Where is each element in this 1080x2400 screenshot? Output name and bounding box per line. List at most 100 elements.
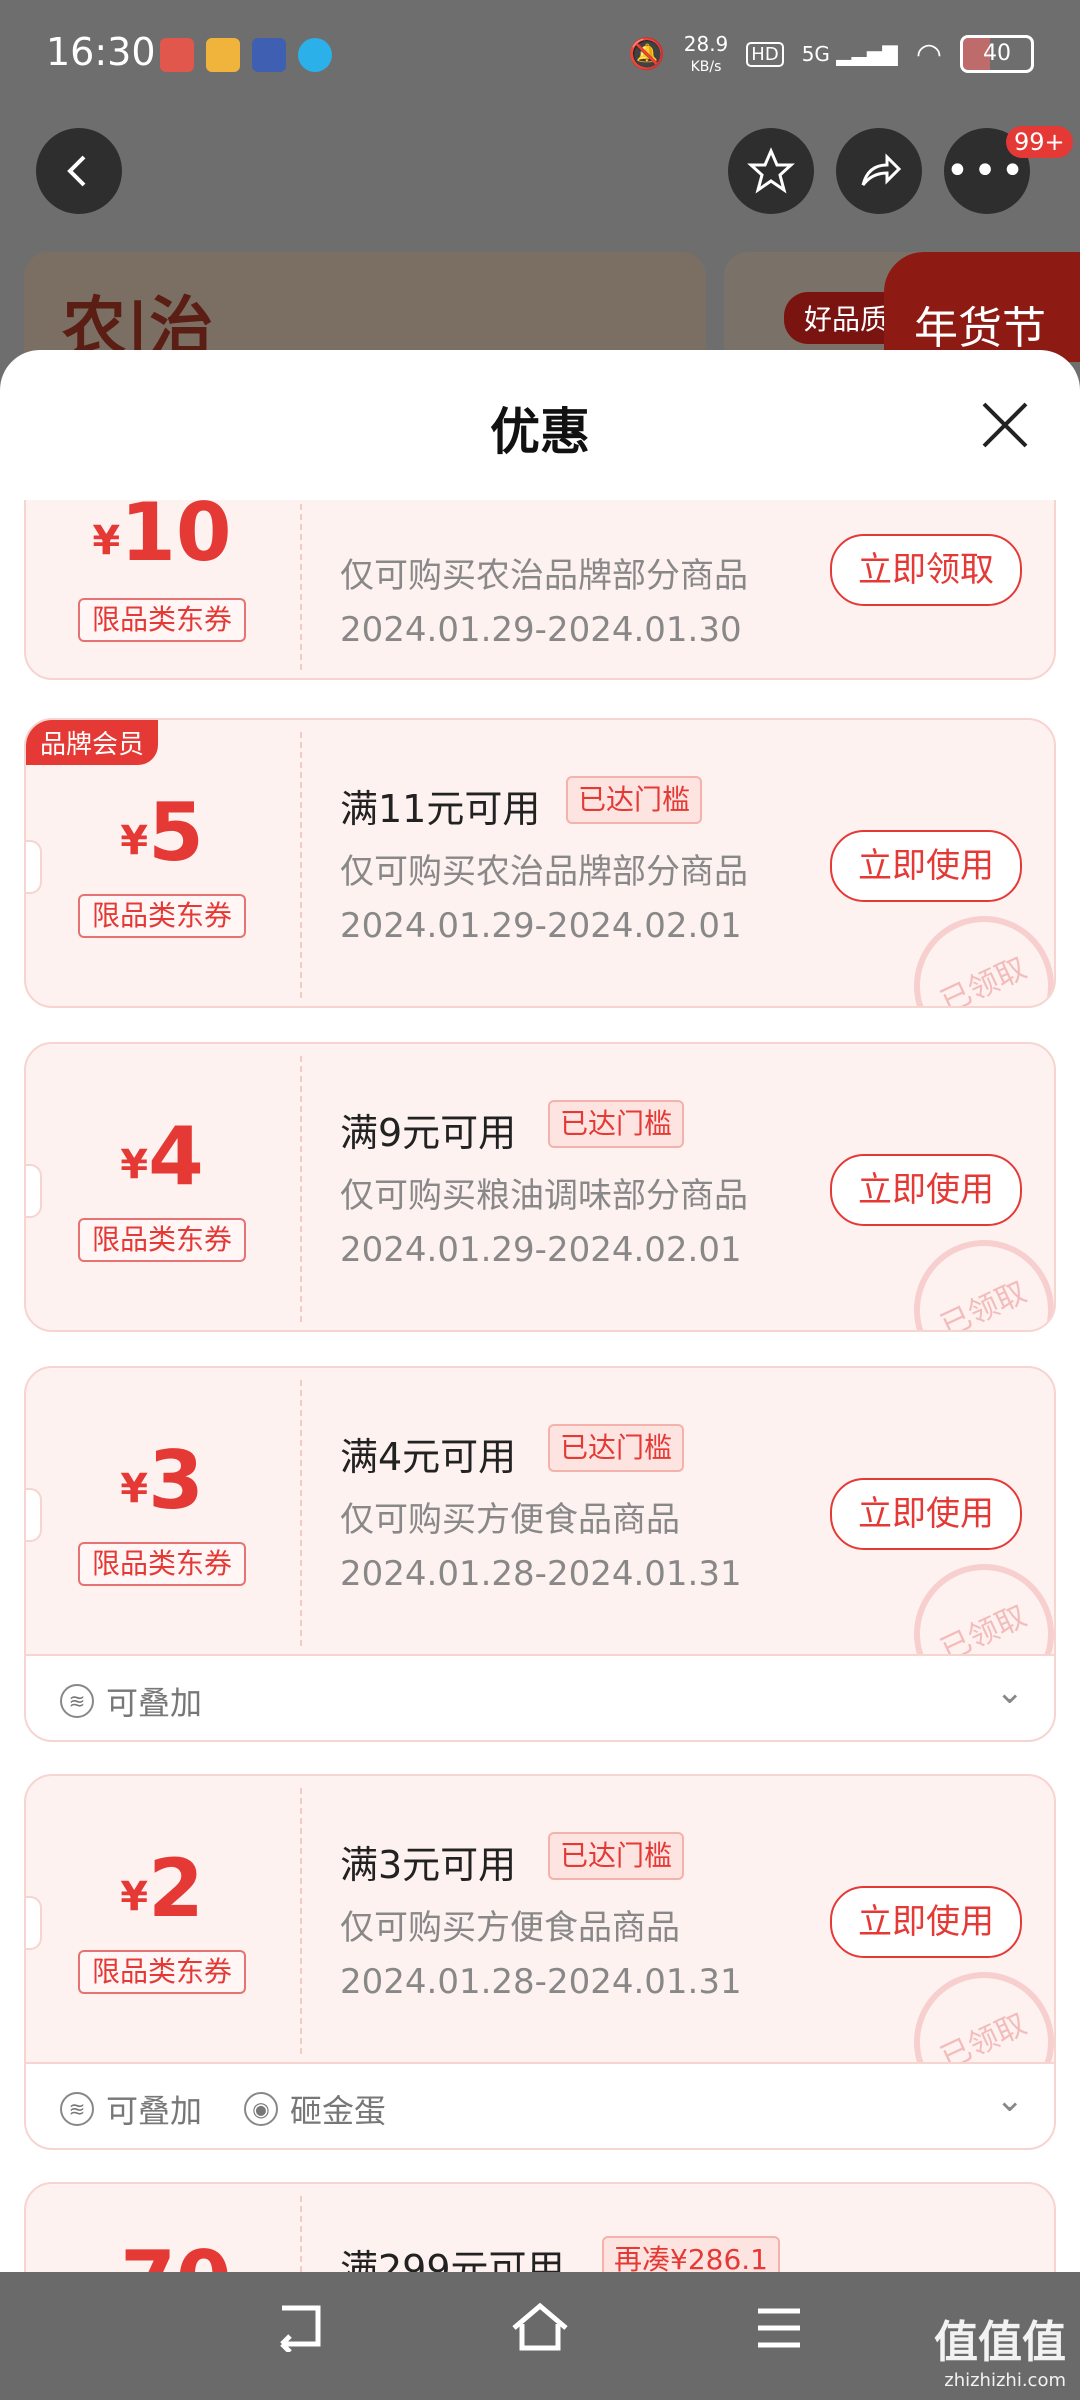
- coupon-list[interactable]: ¥10 限品类东券 仅可购买农治品牌部分商品 2024.01.29-2024.0…: [0, 500, 1080, 2272]
- currency-symbol: ¥: [120, 1466, 149, 1512]
- chevron-down-icon[interactable]: ⌄: [996, 2080, 1025, 2120]
- clock: 16:30: [46, 30, 156, 74]
- coupon-date: 2024.01.29-2024.02.01: [340, 906, 742, 946]
- coupon-date: 2024.01.29-2024.02.01: [340, 1230, 742, 1270]
- status-bar: 16:30 🔕 28.9 KB/s HD 5G ▂▃▅▇ ◠ 40: [0, 0, 1080, 115]
- threshold-badge: 已达门槛: [548, 1832, 685, 1880]
- threshold-badge: 已达门槛: [548, 1424, 685, 1472]
- back-button[interactable]: [36, 128, 122, 214]
- golden-egg-icon: ◉: [244, 2092, 278, 2126]
- coupon-date: 2024.01.29-2024.01.30: [340, 610, 742, 650]
- stackable-label: ≋ 可叠加: [60, 1678, 202, 1724]
- coupon-divider: [300, 1380, 302, 1646]
- coupon-divider: [300, 2196, 302, 2272]
- coupon-footer[interactable]: ≋ 可叠加 ◉ 砸金蛋 ⌄: [24, 2064, 1056, 2150]
- coupon-type-tag: 限品类东券: [78, 1950, 246, 1994]
- threshold-badge: 已达门槛: [566, 776, 703, 824]
- network-speed-value: 28.9: [683, 32, 729, 56]
- back-nav-button[interactable]: [272, 2302, 328, 2361]
- watermark: 值值值 zhizhizhi.com: [934, 2306, 1066, 2391]
- golden-egg-text: 砸金蛋: [290, 2092, 387, 2130]
- coupon-card: ¥70 满299元可用 再凑¥286.1: [24, 2182, 1056, 2272]
- share-button[interactable]: [836, 128, 922, 214]
- home-icon: [512, 2302, 568, 2351]
- app-notification-icon: [206, 38, 240, 72]
- threshold-badge: 再凑¥286.1: [602, 2236, 780, 2272]
- coupon-sheet: 优惠 ¥10 限品类东券 仅可购买农治品牌部分商品 2024.01.29-202…: [0, 350, 1080, 2272]
- threshold-badge: 已达门槛: [548, 1100, 685, 1148]
- network-type: 5G: [801, 42, 830, 66]
- stackable-label: ≋ 可叠加: [60, 2086, 202, 2132]
- coupon-divider: [300, 500, 302, 670]
- use-button[interactable]: 立即使用: [830, 830, 1022, 902]
- battery-level: 40: [983, 41, 1011, 66]
- app-notification-icon: [160, 38, 194, 72]
- coupon-card: ¥10 限品类东券 仅可购买农治品牌部分商品 2024.01.29-2024.0…: [24, 500, 1056, 680]
- coupon-value: 2: [148, 1842, 204, 1935]
- use-button[interactable]: 立即使用: [830, 1886, 1022, 1958]
- back-nav-icon: [280, 2305, 321, 2354]
- coupon-type-tag: 限品类东券: [78, 1542, 246, 1586]
- stackable-text: 可叠加: [106, 1684, 203, 1722]
- network-speed: 28.9 KB/s: [684, 34, 729, 74]
- coupon-value: 10: [120, 500, 232, 579]
- battery-icon: 40: [960, 35, 1034, 73]
- message-badge: 99+: [1006, 126, 1073, 158]
- currency-symbol: ¥: [120, 818, 149, 864]
- coupon-value: 5: [148, 786, 204, 879]
- sheet-title: 优惠: [490, 403, 590, 461]
- coupon-card: ¥4 限品类东券 满9元可用 已达门槛 仅可购买粮油调味部分商品 2024.01…: [24, 1042, 1056, 1332]
- claimed-stamp: 已领取: [890, 1948, 1054, 2062]
- network-speed-unit: KB/s: [690, 59, 722, 75]
- close-icon: [982, 402, 1028, 448]
- coupon-type-tag: 限品类东券: [78, 894, 246, 938]
- chevron-left-icon: [67, 155, 86, 187]
- coupon-scope: 仅可购买农治品牌部分商品: [340, 556, 748, 596]
- currency-symbol: ¥: [92, 518, 121, 564]
- mute-icon: 🔕: [628, 36, 666, 72]
- currency-symbol: ¥: [120, 1142, 149, 1188]
- coupon-divider: [300, 732, 302, 998]
- use-button[interactable]: 立即使用: [830, 1478, 1022, 1550]
- member-ribbon: 品牌会员: [26, 720, 159, 765]
- coupon-condition: 满9元可用: [340, 1111, 517, 1155]
- coupon-amount: ¥3: [26, 1434, 298, 1527]
- status-indicators: 🔕 28.9 KB/s HD 5G ▂▃▅▇ ◠ 40: [628, 34, 1034, 74]
- coupon-value: 3: [148, 1434, 204, 1527]
- coupon-amount: ¥2: [26, 1842, 298, 1935]
- coupon-condition: 满11元可用: [340, 787, 541, 831]
- coupon-type-tag: 限品类东券: [78, 598, 246, 642]
- coupon-footer[interactable]: ≋ 可叠加 ⌄: [24, 1656, 1056, 1742]
- coupon-condition: 满299元可用: [340, 2247, 565, 2272]
- coupon-scope: 仅可购买方便食品商品: [340, 1908, 680, 1948]
- signal-5g-icon: 5G ▂▃▅▇: [801, 42, 898, 66]
- use-button[interactable]: 立即使用: [830, 1154, 1022, 1226]
- favorite-button[interactable]: [728, 128, 814, 214]
- share-icon: [861, 153, 902, 186]
- stack-icon: ≋: [60, 2092, 94, 2126]
- claim-button[interactable]: 立即领取: [830, 534, 1022, 606]
- menu-nav-button[interactable]: [754, 2302, 804, 2360]
- coupon-condition: 满3元可用: [340, 1843, 517, 1887]
- currency-symbol: ¥: [120, 1874, 149, 1920]
- coupon-date: 2024.01.28-2024.01.31: [340, 1554, 742, 1594]
- coupon-value: 70: [120, 2234, 231, 2272]
- coupon-card: ¥2 限品类东券 满3元可用 已达门槛 仅可购买方便食品商品 2024.01.2…: [24, 1774, 1056, 2064]
- hd-icon: HD: [746, 41, 784, 67]
- coupon-card: ¥3 限品类东券 满4元可用 已达门槛 仅可购买方便食品商品 2024.01.2…: [24, 1366, 1056, 1656]
- wifi-icon: ◠: [915, 36, 942, 72]
- coupon-amount: ¥5: [26, 786, 298, 879]
- coupon-amount: ¥10: [26, 500, 298, 579]
- claimed-stamp: 已领取: [890, 1540, 1054, 1654]
- star-icon: [747, 147, 795, 194]
- chevron-down-icon[interactable]: ⌄: [996, 1672, 1025, 1712]
- qq-icon: [298, 38, 332, 72]
- brand-banner: 农|治: [24, 252, 706, 365]
- coupon-divider: [300, 1056, 302, 1322]
- claimed-stamp: 已领取: [890, 892, 1054, 1006]
- watermark-main: 值值值: [934, 2317, 1066, 2368]
- close-button[interactable]: [978, 398, 1032, 462]
- home-nav-button[interactable]: [510, 2302, 570, 2361]
- system-nav-bar: [0, 2272, 1080, 2400]
- app-notification-icon: [252, 38, 286, 72]
